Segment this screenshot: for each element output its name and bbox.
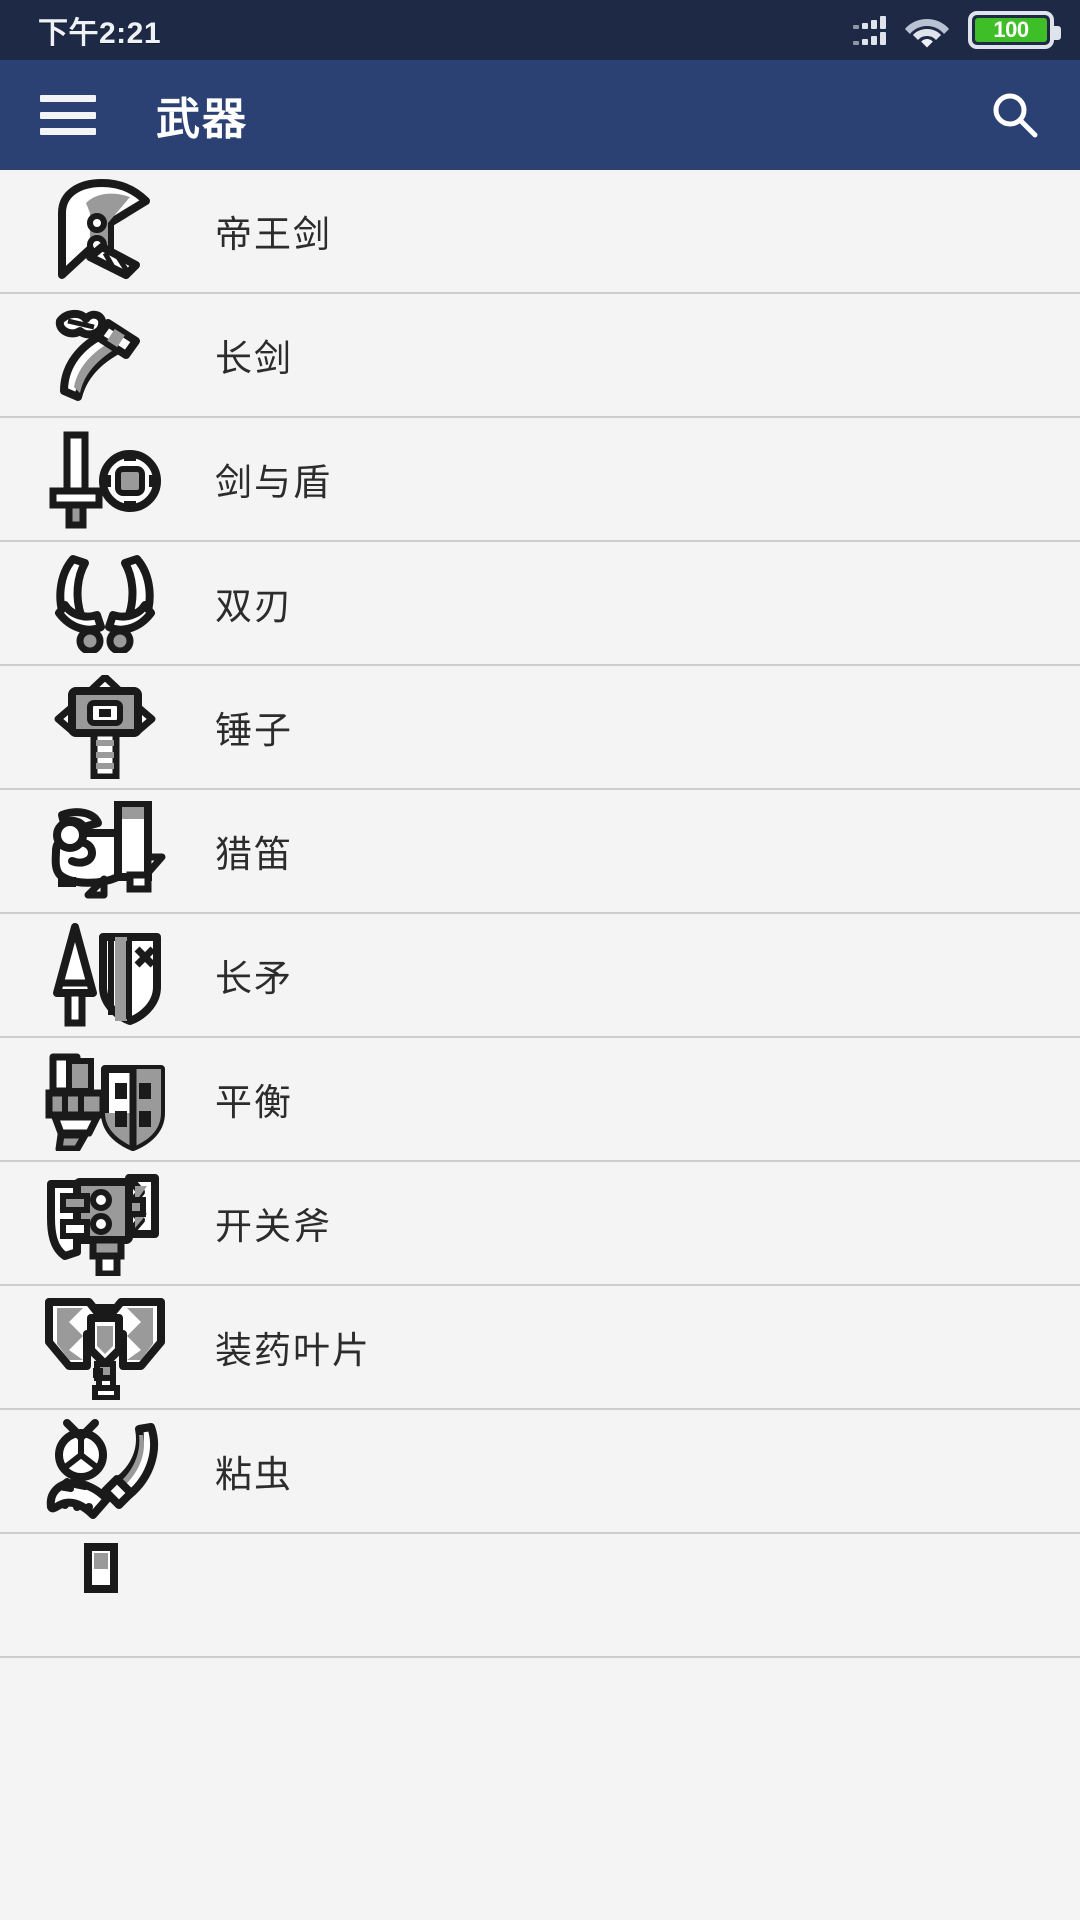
wifi-icon [904, 12, 950, 48]
hamburger-menu-icon[interactable] [40, 95, 96, 135]
weapon-list: 帝王剑 长剑 剑与盾 双刃 锤子 猎笛 长矛 平衡 开关斧 装药叶片 粘虫 [0, 170, 1080, 1658]
list-item-label: 帝王剑 [215, 214, 332, 255]
battery-fill: 100 [975, 18, 1047, 42]
list-item[interactable]: 长剑 [0, 294, 1080, 418]
gunlance-icon [30, 1044, 180, 1154]
list-item-label: 锤子 [215, 710, 293, 751]
list-item[interactable]: 帝王剑 [0, 170, 1080, 294]
search-icon[interactable] [986, 86, 1044, 144]
list-item-label: 猎笛 [215, 834, 293, 875]
list-item-label: 粘虫 [215, 1454, 293, 1495]
list-item[interactable]: 猎笛 [0, 790, 1080, 914]
switch-axe-icon [30, 1168, 180, 1278]
list-item-label: 剑与盾 [215, 462, 332, 503]
insect-glaive-icon [30, 1416, 180, 1526]
dual-blades-icon [30, 548, 180, 658]
list-item-label: 长矛 [215, 958, 293, 999]
list-item[interactable]: 装药叶片 [0, 1286, 1080, 1410]
lance-icon [30, 920, 180, 1030]
long-sword-icon [30, 300, 180, 410]
list-item[interactable]: 长矛 [0, 914, 1080, 1038]
list-item-label: 双刃 [215, 586, 293, 627]
list-item[interactable]: 粘虫 [0, 1410, 1080, 1534]
great-sword-icon [30, 176, 180, 286]
sword-and-shield-icon [30, 424, 180, 534]
list-item[interactable]: 开关斧 [0, 1162, 1080, 1286]
battery-icon: 100 [968, 11, 1061, 49]
list-item[interactable]: 双刃 [0, 542, 1080, 666]
app-bar: 武器 [0, 60, 1080, 170]
hunting-horn-icon [30, 796, 180, 906]
status-bar: 下午2:21 100 [0, 0, 1080, 60]
status-icons: 100 [853, 11, 1061, 49]
bowgun-icon [30, 1540, 180, 1650]
status-time: 下午2:21 [38, 17, 162, 50]
charge-blade-icon [30, 1292, 180, 1402]
list-item-label: 长剑 [215, 338, 293, 379]
list-item[interactable]: 剑与盾 [0, 418, 1080, 542]
hammer-icon [30, 672, 180, 782]
list-item-label: 开关斧 [215, 1206, 332, 1247]
list-item[interactable]: 平衡 [0, 1038, 1080, 1162]
battery-level-text: 100 [993, 17, 1029, 42]
list-item[interactable] [0, 1534, 1080, 1658]
list-item-label: 平衡 [215, 1082, 293, 1123]
signal-bars-dual-icon [853, 15, 886, 45]
list-item-label: 装药叶片 [215, 1330, 371, 1371]
page-title: 武器 [156, 95, 248, 144]
list-item[interactable]: 锤子 [0, 666, 1080, 790]
